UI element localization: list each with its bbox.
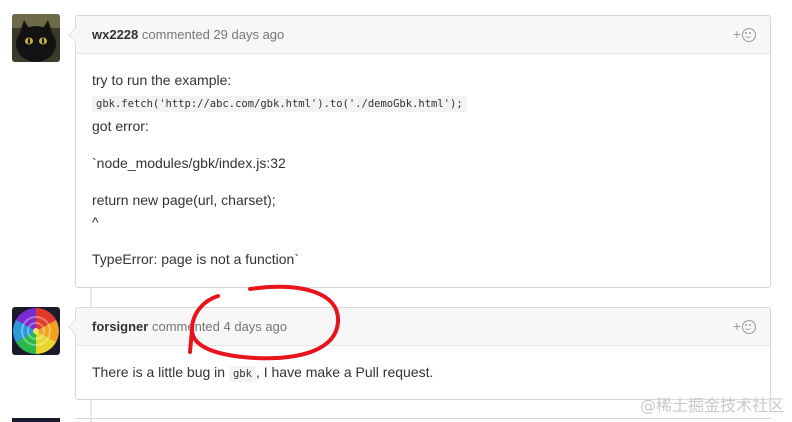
- next-avatar-peek: [12, 418, 60, 422]
- rose-avatar-image: [12, 307, 60, 355]
- reaction-plus: +: [732, 26, 741, 42]
- reaction-plus: +: [732, 318, 741, 334]
- inline-code: gbk: [228, 366, 256, 382]
- issue-timeline: wx2228 commented 29 days ago + try to ru…: [0, 0, 792, 422]
- comment-text: got error:: [92, 118, 149, 134]
- avatar-wx2228[interactable]: [12, 14, 60, 62]
- comment-text-before: There is a little bug in: [92, 364, 229, 380]
- next-comment-peek: [75, 418, 771, 422]
- comment-author[interactable]: wx2228: [92, 27, 138, 42]
- add-reaction-button[interactable]: +: [733, 308, 756, 345]
- timeline-connector: [90, 288, 92, 308]
- comment-card: forsigner commented 4 days ago + There i…: [68, 307, 771, 400]
- comment-timestamp[interactable]: commented 29 days ago: [142, 27, 284, 42]
- inline-code: gbk.fetch('http://abc.com/gbk.html').to(…: [92, 96, 467, 112]
- comment-header: forsigner commented 4 days ago +: [76, 308, 770, 346]
- comment-card: wx2228 commented 29 days ago + try to ru…: [68, 15, 771, 288]
- cat-avatar-image: [12, 14, 60, 62]
- watermark: @稀土掘金技术社区: [639, 396, 784, 415]
- comment-text: `node_modules/gbk/index.js:32: [92, 155, 286, 171]
- comment-body: There is a little bug in gbk, I have mak…: [76, 346, 770, 397]
- comment-author[interactable]: forsigner: [92, 319, 148, 334]
- comment-body: try to run the example: gbk.fetch('http:…: [76, 54, 770, 282]
- avatar-forsigner[interactable]: [12, 307, 60, 355]
- smiley-reaction-icon: [742, 28, 756, 42]
- comment-text-after: , I have make a Pull request.: [255, 364, 434, 380]
- comment-text: return new page(url, charset);: [92, 192, 276, 208]
- smiley-reaction-icon: [742, 320, 756, 334]
- comment-text: try to run the example:: [92, 72, 232, 88]
- comment-text: ^: [92, 214, 99, 230]
- comment-text: TypeError: page is not a function`: [92, 251, 299, 267]
- comment-text: There is a little bug in gbk, I have mak…: [92, 361, 754, 385]
- comment-timestamp[interactable]: commented 4 days ago: [152, 319, 287, 334]
- add-reaction-button[interactable]: +: [733, 16, 756, 53]
- comment-header: wx2228 commented 29 days ago +: [76, 16, 770, 54]
